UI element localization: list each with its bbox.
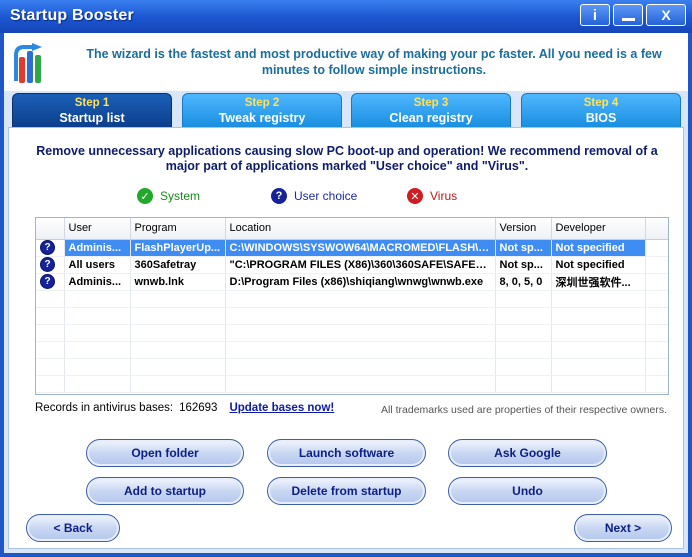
cell-user: All users xyxy=(64,256,131,274)
launch-software-button[interactable]: Launch software xyxy=(267,439,426,467)
legend-virus-label: Virus xyxy=(430,189,458,203)
cell-program: FlashPlayerUp... xyxy=(130,239,226,257)
tab-step: Step 4 xyxy=(583,97,619,109)
legend: ✓ System ? User choice ✕ Virus xyxy=(9,188,685,206)
column-header-version[interactable]: Version xyxy=(495,218,552,240)
window-title: Startup Booster xyxy=(10,7,134,24)
cell-developer: Not specified xyxy=(551,256,646,274)
cell-version: Not sp... xyxy=(495,239,552,257)
back-button[interactable]: < Back xyxy=(26,514,120,542)
records-value: 162693 xyxy=(179,402,218,414)
tab-label: Startup list xyxy=(59,111,125,125)
info-icon: i xyxy=(592,6,598,24)
cell-user: Adminis... xyxy=(64,273,131,291)
question-circle-icon: ? xyxy=(271,188,287,204)
header: The wizard is the fastest and most produ… xyxy=(4,33,688,91)
cell-filler xyxy=(645,273,668,291)
cell-program: 360Safetray xyxy=(130,256,226,274)
tab-bios[interactable]: Step 4 BIOS xyxy=(521,93,681,127)
cell-version: 8, 0, 5, 0 xyxy=(495,273,552,291)
delete-from-startup-button[interactable]: Delete from startup xyxy=(267,477,426,505)
column-header-developer[interactable]: Developer xyxy=(551,218,646,240)
cell-developer: Not specified xyxy=(551,239,646,257)
close-icon: X xyxy=(661,7,671,23)
column-header-location[interactable]: Location xyxy=(225,218,496,240)
trademark-notice: All trademarks used are properties of th… xyxy=(381,404,667,416)
column-header-user[interactable]: User xyxy=(64,218,131,240)
add-to-startup-button[interactable]: Add to startup xyxy=(86,477,244,505)
open-folder-button[interactable]: Open folder xyxy=(86,439,244,467)
client-area: The wizard is the fastest and most produ… xyxy=(4,33,688,553)
tab-tweak-registry[interactable]: Step 2 Tweak registry xyxy=(182,93,342,127)
close-button[interactable]: X xyxy=(646,4,686,26)
table-empty-row xyxy=(36,307,668,325)
check-circle-icon: ✓ xyxy=(137,188,153,204)
records-info: Records in antivirus bases: 162693 Updat… xyxy=(35,402,334,414)
next-button[interactable]: Next > xyxy=(574,514,672,542)
tab-label: Clean registry xyxy=(389,111,473,125)
info-button[interactable]: i xyxy=(580,4,610,26)
legend-user-choice: ? User choice xyxy=(271,188,357,204)
cell-location: "C:\PROGRAM FILES (X86)\360\360SAFE\SAFE… xyxy=(225,256,496,274)
table-empty-row xyxy=(36,324,668,342)
cell-filler xyxy=(645,239,668,257)
cell-filler xyxy=(645,256,668,274)
cell-user: Adminis... xyxy=(64,239,131,257)
column-header-icon xyxy=(36,218,65,240)
header-text: The wizard is the fastest and most produ… xyxy=(86,47,662,77)
records-label: Records in antivirus bases: xyxy=(35,402,174,414)
question-circle-icon: ? xyxy=(40,274,55,289)
row-status-cell: ? xyxy=(36,239,65,257)
table-empty-row xyxy=(36,341,668,359)
cell-program: wnwb.lnk xyxy=(130,273,226,291)
tab-label: Tweak registry xyxy=(218,111,306,125)
legend-system: ✓ System xyxy=(137,188,200,204)
question-circle-icon: ? xyxy=(40,257,55,272)
table-row[interactable]: ? Adminis... FlashPlayerUp... C:\WINDOWS… xyxy=(36,239,668,257)
column-header-program[interactable]: Program xyxy=(130,218,226,240)
startup-booster-logo xyxy=(14,43,42,83)
cell-developer: 深圳世强软件... xyxy=(551,273,646,291)
tab-step: Step 3 xyxy=(413,97,449,109)
table-row[interactable]: ? Adminis... wnwb.lnk D:\Program Files (… xyxy=(36,273,668,291)
undo-button[interactable]: Undo xyxy=(448,477,607,505)
app-window: Startup Booster i X The wizard is the fa… xyxy=(0,0,692,557)
wizard-tabs: Step 1 Startup list Step 2 Tweak registr… xyxy=(4,91,688,127)
table-header-row: User Program Location Version Developer xyxy=(36,218,668,240)
table-empty-row xyxy=(36,375,668,393)
update-bases-link[interactable]: Update bases now! xyxy=(229,402,334,414)
tab-label: BIOS xyxy=(585,111,617,125)
row-status-cell: ? xyxy=(36,273,65,291)
table-empty-row xyxy=(36,358,668,376)
column-header-filler xyxy=(645,218,668,240)
question-circle-icon: ? xyxy=(40,240,55,255)
tab-startup-list[interactable]: Step 1 Startup list xyxy=(12,93,172,127)
legend-virus: ✕ Virus xyxy=(407,188,457,204)
x-circle-icon: ✕ xyxy=(407,188,423,204)
legend-system-label: System xyxy=(160,189,201,203)
row-status-cell: ? xyxy=(36,256,65,274)
cell-location: D:\Program Files (x86)\shiqiang\wnwg\wnw… xyxy=(225,273,496,291)
table-empty-row xyxy=(36,290,668,308)
description: Remove unnecessary applications causing … xyxy=(36,144,658,173)
tab-clean-registry[interactable]: Step 3 Clean registry xyxy=(351,93,511,127)
minimize-button[interactable] xyxy=(613,4,643,26)
tab-step: Step 1 xyxy=(74,97,110,109)
legend-user-choice-label: User choice xyxy=(294,189,358,203)
cell-version: Not sp... xyxy=(495,256,552,274)
startup-table[interactable]: User Program Location Version Developer … xyxy=(35,217,669,395)
title-bar[interactable]: Startup Booster i X xyxy=(0,0,692,33)
ask-google-button[interactable]: Ask Google xyxy=(448,439,607,467)
table-row[interactable]: ? All users 360Safetray "C:\PROGRAM FILE… xyxy=(36,256,668,274)
cell-location: C:\WINDOWS\SYSWOW64\MACROMED\FLASH\FLA..… xyxy=(225,239,496,257)
minimize-icon xyxy=(621,17,635,21)
tab-step: Step 2 xyxy=(244,97,280,109)
